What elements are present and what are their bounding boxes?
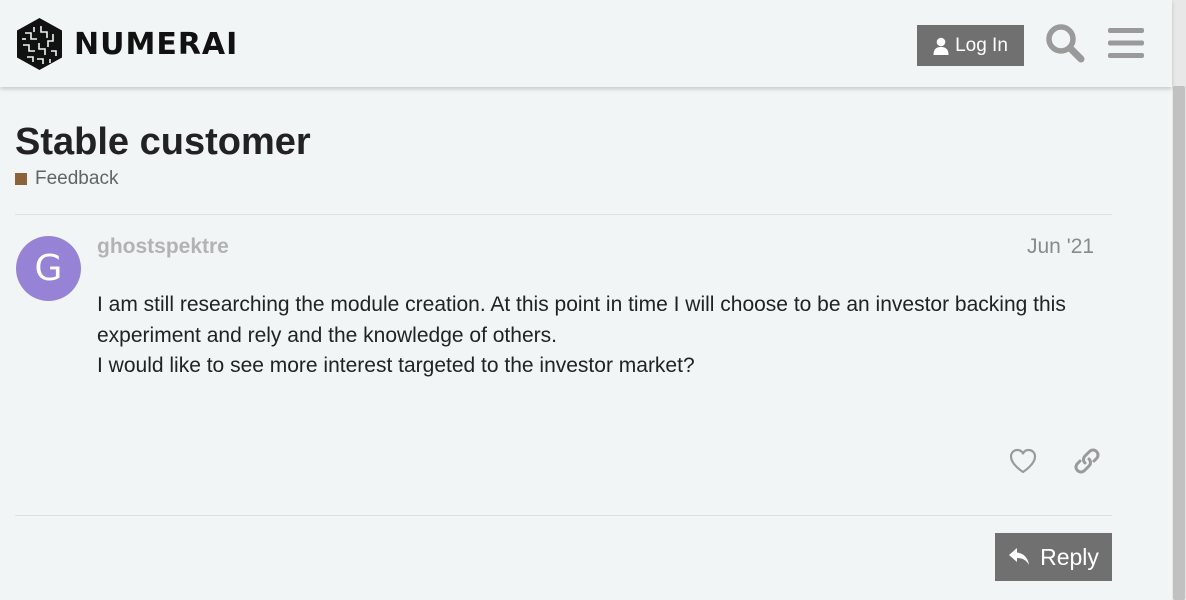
search-icon[interactable] bbox=[1044, 22, 1086, 64]
post-username[interactable]: ghostspektre bbox=[97, 235, 229, 259]
user-icon bbox=[933, 37, 949, 55]
hamburger-menu-icon[interactable] bbox=[1107, 25, 1145, 61]
reply-icon bbox=[1009, 548, 1030, 565]
post-paragraph: I would like to see more interest target… bbox=[97, 354, 695, 377]
divider bbox=[15, 515, 1112, 516]
avatar[interactable]: G bbox=[16, 236, 81, 301]
divider bbox=[15, 214, 1112, 215]
heart-icon[interactable] bbox=[1008, 446, 1038, 476]
topic-title[interactable]: Stable customer bbox=[15, 119, 311, 165]
post-date[interactable]: Jun '21 bbox=[1027, 235, 1094, 259]
logo-text: NUMERAI bbox=[74, 26, 239, 62]
post-paragraph: I am still researching the module creati… bbox=[97, 293, 1066, 347]
post-body: I am still researching the module creati… bbox=[97, 290, 1097, 382]
numerai-logo-icon bbox=[17, 18, 62, 70]
site-header: NUMERAI Log In bbox=[0, 0, 1172, 87]
login-button[interactable]: Log In bbox=[917, 25, 1024, 66]
avatar-letter: G bbox=[34, 248, 63, 289]
category-color-swatch bbox=[15, 173, 27, 185]
numerai-logo[interactable]: NUMERAI bbox=[15, 17, 238, 71]
category-label: Feedback bbox=[35, 168, 119, 189]
scrollbar-thumb[interactable] bbox=[1173, 86, 1185, 600]
login-label: Log In bbox=[955, 34, 1008, 56]
scrollbar[interactable] bbox=[1172, 0, 1186, 600]
reply-label: Reply bbox=[1040, 543, 1099, 570]
reply-button[interactable]: Reply bbox=[995, 533, 1112, 581]
link-icon[interactable] bbox=[1072, 446, 1102, 476]
category-badge[interactable]: Feedback bbox=[15, 168, 118, 190]
